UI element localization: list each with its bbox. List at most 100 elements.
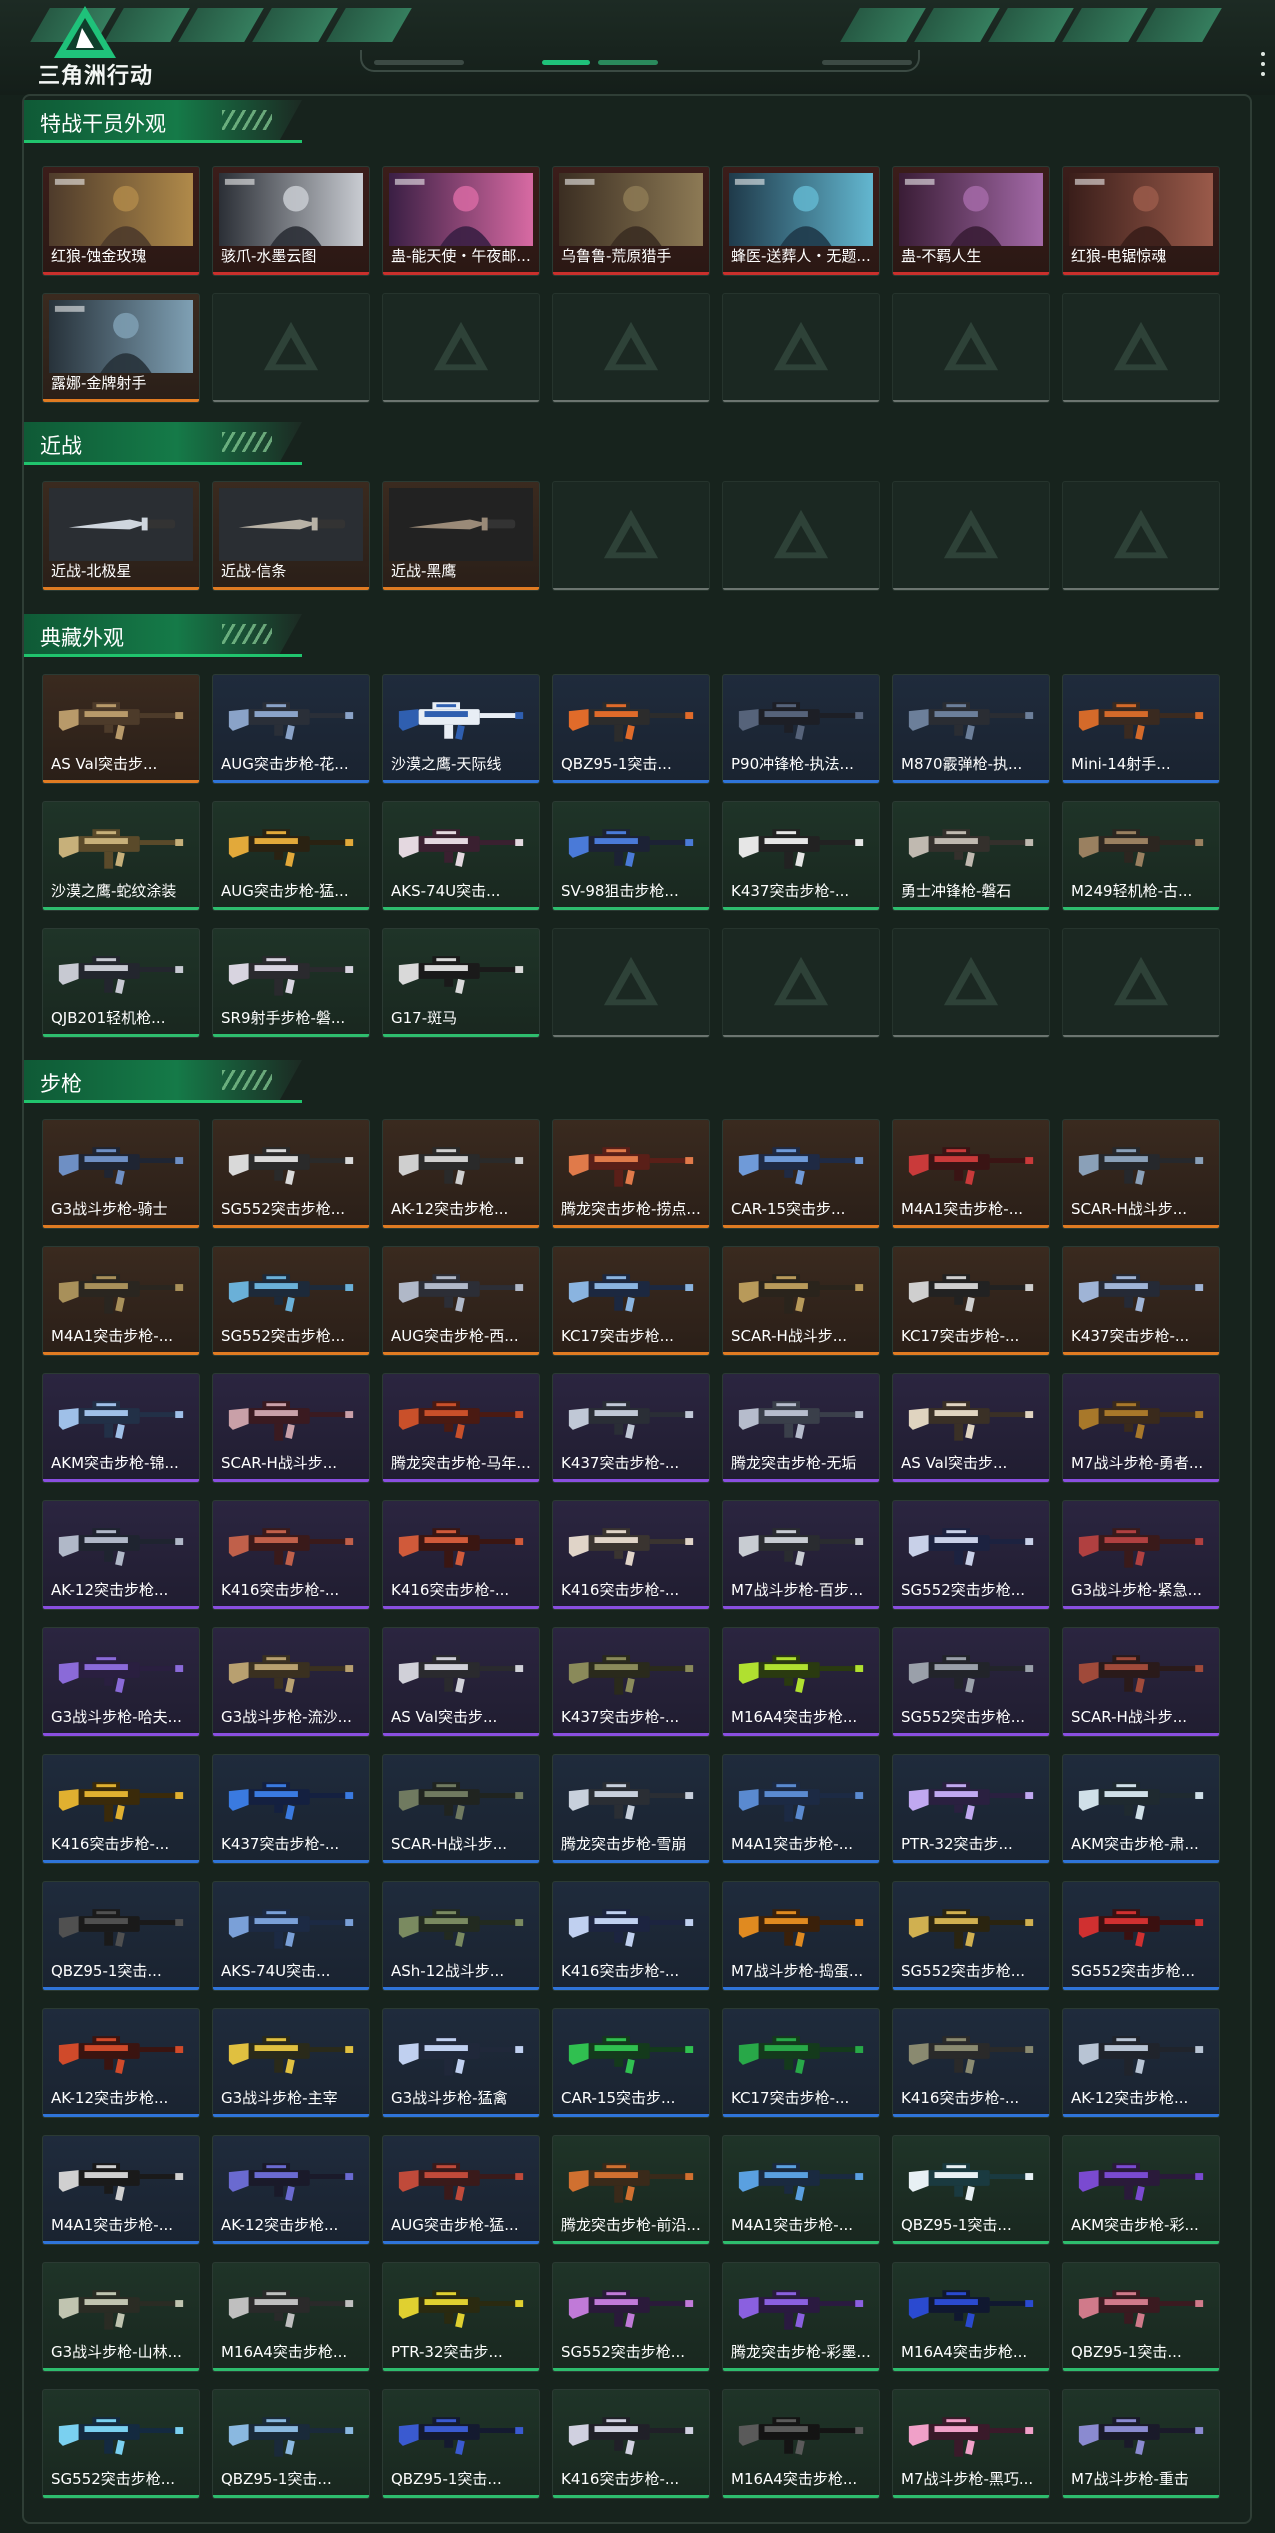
skin-card[interactable]: 腾龙突击步枪-无垢 [722, 1373, 880, 1483]
skin-card[interactable]: AK-12突击步枪... [1062, 2008, 1220, 2118]
skin-card[interactable]: AS Val突击步... [382, 1627, 540, 1737]
skin-card[interactable]: AK-12突击步枪... [212, 2135, 370, 2245]
skin-card[interactable]: QBZ95-1突击... [212, 2389, 370, 2499]
skin-card[interactable]: PTR-32突击步... [382, 2262, 540, 2372]
skin-card[interactable]: AKM突击步枪-肃... [1062, 1754, 1220, 1864]
skin-card[interactable]: AKS-74U突击... [382, 801, 540, 911]
skin-card[interactable]: 乌鲁鲁-荒原猎手 [552, 166, 710, 276]
skin-card[interactable]: 沙漠之鹰-天际线 [382, 674, 540, 784]
skin-card[interactable]: AS Val突击步... [892, 1373, 1050, 1483]
skin-card[interactable]: 蛊-能天使・午夜邮... [382, 166, 540, 276]
skin-card[interactable]: KC17突击步枪... [552, 1246, 710, 1356]
skin-card[interactable]: QJB201轻机枪... [42, 928, 200, 1038]
skin-card[interactable]: 露娜-金牌射手 [42, 293, 200, 403]
skin-card[interactable]: AS Val突击步... [42, 674, 200, 784]
skin-card[interactable]: K437突击步枪-... [212, 1754, 370, 1864]
skin-card[interactable]: M7战斗步枪-捣蛋... [722, 1881, 880, 1991]
skin-card[interactable]: M249轻机枪-古... [1062, 801, 1220, 911]
skin-card[interactable]: SCAR-H战斗步... [212, 1373, 370, 1483]
skin-card[interactable]: K416突击步枪-... [212, 1500, 370, 1610]
skin-card[interactable]: G3战斗步枪-主宰 [212, 2008, 370, 2118]
skin-card[interactable]: 蜂医-送葬人・无题... [722, 166, 880, 276]
skin-card[interactable]: K416突击步枪-... [552, 2389, 710, 2499]
skin-card[interactable]: K416突击步枪-... [552, 1500, 710, 1610]
skin-card[interactable]: Mini-14射手... [1062, 674, 1220, 784]
skin-card[interactable]: K416突击步枪-... [42, 1754, 200, 1864]
skin-card[interactable]: 腾龙突击步枪-马年... [382, 1373, 540, 1483]
skin-card[interactable]: G3战斗步枪-紧急... [1062, 1500, 1220, 1610]
skin-card[interactable]: K437突击步枪-... [1062, 1246, 1220, 1356]
skin-card[interactable]: AKS-74U突击... [212, 1881, 370, 1991]
skin-card[interactable]: M870霰弹枪-执... [892, 674, 1050, 784]
skin-card[interactable]: SR9射手步枪-磐... [212, 928, 370, 1038]
skin-card[interactable]: 腾龙突击步枪-彩墨... [722, 2262, 880, 2372]
skin-card[interactable]: QBZ95-1突击... [42, 1881, 200, 1991]
skin-card[interactable]: AK-12突击步枪... [42, 2008, 200, 2118]
skin-card[interactable]: 腾龙突击步枪-捞点... [552, 1119, 710, 1229]
skin-card[interactable]: SCAR-H战斗步... [722, 1246, 880, 1356]
skin-card[interactable]: K416突击步枪-... [382, 1500, 540, 1610]
skin-card[interactable]: CAR-15突击步... [722, 1119, 880, 1229]
skin-card[interactable]: SG552突击步枪... [552, 2262, 710, 2372]
skin-card[interactable]: 骇爪-水墨云图 [212, 166, 370, 276]
skin-card[interactable]: AUG突击步枪-猛... [382, 2135, 540, 2245]
skin-card[interactable]: 近战-信条 [212, 481, 370, 591]
skin-card[interactable]: SCAR-H战斗步... [1062, 1627, 1220, 1737]
skin-card[interactable]: AUG突击步枪-花... [212, 674, 370, 784]
skin-card[interactable]: M7战斗步枪-黑巧... [892, 2389, 1050, 2499]
skin-card[interactable]: SG552突击步枪... [892, 1500, 1050, 1610]
skin-card[interactable]: M4A1突击步枪-... [42, 2135, 200, 2245]
skin-card[interactable]: 近战-黑鹰 [382, 481, 540, 591]
skin-card[interactable]: QBZ95-1突击... [552, 674, 710, 784]
skin-card[interactable]: 勇士冲锋枪-磐石 [892, 801, 1050, 911]
skin-card[interactable]: 近战-北极星 [42, 481, 200, 591]
skin-card[interactable]: 红狼-电锯惊魂 [1062, 166, 1220, 276]
skin-card[interactable]: AKM突击步枪-彩... [1062, 2135, 1220, 2245]
skin-card[interactable]: QBZ95-1突击... [1062, 2262, 1220, 2372]
skin-card[interactable]: K416突击步枪-... [892, 2008, 1050, 2118]
skin-card[interactable]: KC17突击步枪-... [892, 1246, 1050, 1356]
skin-card[interactable]: QBZ95-1突击... [892, 2135, 1050, 2245]
skin-card[interactable]: M16A4突击步枪... [722, 1627, 880, 1737]
skin-card[interactable]: AUG突击步枪-猛... [212, 801, 370, 911]
skin-card[interactable]: M16A4突击步枪... [892, 2262, 1050, 2372]
skin-card[interactable]: AUG突击步枪-西... [382, 1246, 540, 1356]
skin-card[interactable]: AK-12突击步枪... [42, 1500, 200, 1610]
skin-card[interactable]: 红狼-蚀金玫瑰 [42, 166, 200, 276]
skin-card[interactable]: M4A1突击步枪-... [722, 2135, 880, 2245]
skin-card[interactable]: SG552突击步枪... [42, 2389, 200, 2499]
skin-card[interactable]: G3战斗步枪-骑士 [42, 1119, 200, 1229]
skin-card[interactable]: 腾龙突击步枪-雪崩 [552, 1754, 710, 1864]
skin-card[interactable]: PTR-32突击步... [892, 1754, 1050, 1864]
skin-card[interactable]: G3战斗步枪-猛禽 [382, 2008, 540, 2118]
skin-card[interactable]: KC17突击步枪-... [722, 2008, 880, 2118]
skin-card[interactable]: G3战斗步枪-哈夫... [42, 1627, 200, 1737]
skin-card[interactable]: G3战斗步枪-流沙... [212, 1627, 370, 1737]
skin-card[interactable]: K416突击步枪-... [552, 1881, 710, 1991]
skin-card[interactable]: SCAR-H战斗步... [1062, 1119, 1220, 1229]
skin-card[interactable]: M4A1突击步枪-... [42, 1246, 200, 1356]
skin-card[interactable]: K437突击步枪-... [552, 1627, 710, 1737]
skin-card[interactable]: ASh-12战斗步... [382, 1881, 540, 1991]
skin-card[interactable]: M7战斗步枪-勇者... [1062, 1373, 1220, 1483]
skin-card[interactable]: P90冲锋枪-执法... [722, 674, 880, 784]
skin-card[interactable]: M4A1突击步枪-... [722, 1754, 880, 1864]
skin-card[interactable]: M16A4突击步枪... [722, 2389, 880, 2499]
skin-card[interactable]: M16A4突击步枪... [212, 2262, 370, 2372]
skin-card[interactable]: SG552突击步枪... [892, 1627, 1050, 1737]
skin-card[interactable]: G17-斑马 [382, 928, 540, 1038]
skin-card[interactable]: AK-12突击步枪... [382, 1119, 540, 1229]
skin-card[interactable]: SG552突击步枪... [212, 1119, 370, 1229]
skin-card[interactable]: CAR-15突击步... [552, 2008, 710, 2118]
skin-card[interactable]: K437突击步枪-... [552, 1373, 710, 1483]
kebab-menu-icon[interactable] [1261, 52, 1265, 82]
skin-card[interactable]: SG552突击步枪... [892, 1881, 1050, 1991]
skin-card[interactable]: M7战斗步枪-百步... [722, 1500, 880, 1610]
skin-card[interactable]: G3战斗步枪-山林... [42, 2262, 200, 2372]
skin-card[interactable]: 沙漠之鹰-蛇纹涂装 [42, 801, 200, 911]
skin-card[interactable]: SG552突击步枪... [1062, 1881, 1220, 1991]
skin-card[interactable]: AKM突击步枪-锦... [42, 1373, 200, 1483]
skin-card[interactable]: SCAR-H战斗步... [382, 1754, 540, 1864]
skin-card[interactable]: SG552突击步枪... [212, 1246, 370, 1356]
skin-card[interactable]: M4A1突击步枪-... [892, 1119, 1050, 1229]
